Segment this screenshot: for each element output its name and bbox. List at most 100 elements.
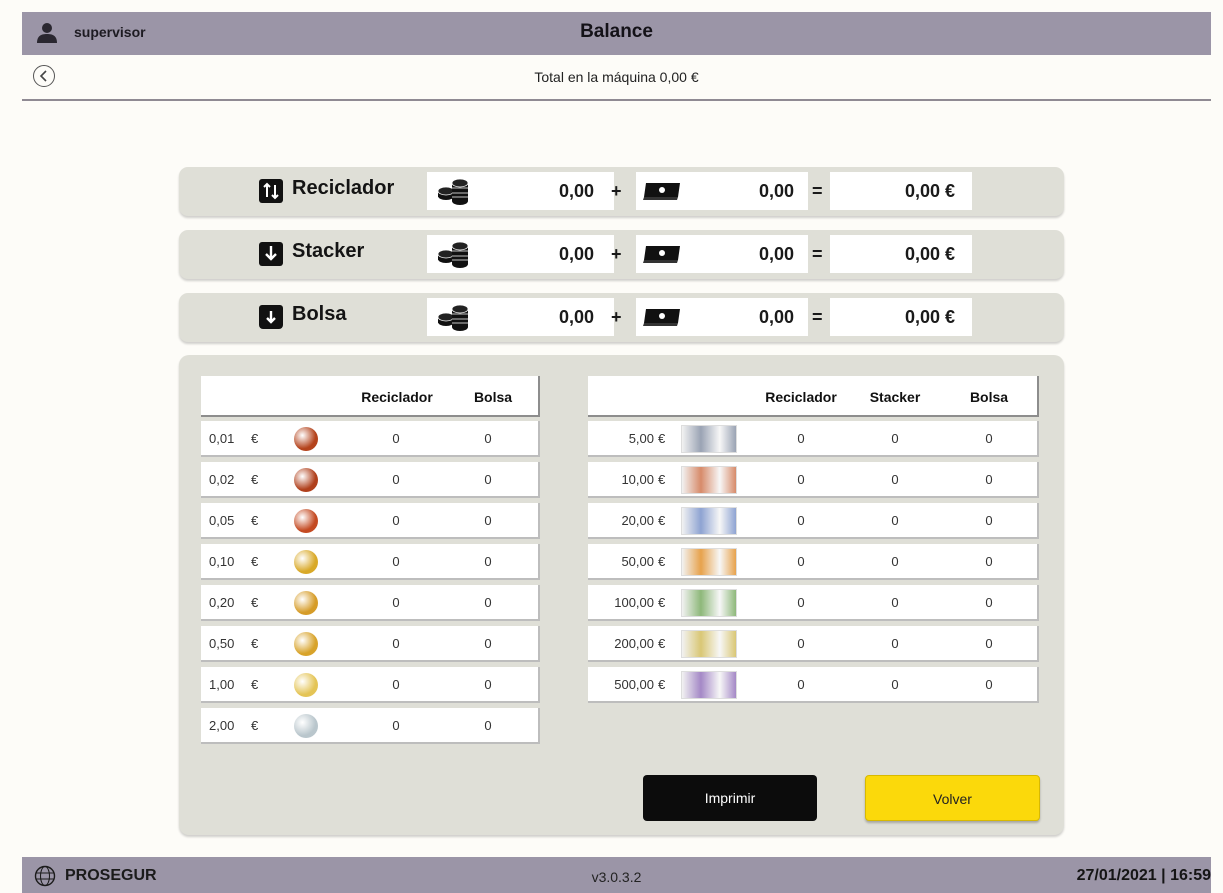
reciclador-count: 0	[392, 431, 400, 446]
coin-icon	[294, 427, 318, 451]
denomination-value: 0,05	[209, 513, 235, 528]
summary-name: Reciclador	[292, 177, 395, 199]
denomination-value: 100,00	[614, 595, 654, 610]
plus-sign: +	[611, 307, 622, 327]
coin-icon	[294, 509, 318, 533]
notes-value: 0,00	[759, 181, 795, 201]
banknote-row: 100,00 €0 0 0	[588, 585, 1039, 621]
coins-value: 0,00	[559, 307, 595, 327]
bolsa-count: 0	[484, 636, 492, 651]
equals-sign: =	[812, 181, 823, 201]
total-value: 0,00 €	[905, 307, 956, 327]
top-bar: supervisor Balance	[22, 12, 1211, 55]
coin-icon	[294, 632, 318, 656]
coin-icon	[294, 714, 318, 738]
reciclador-count: 0	[392, 595, 400, 610]
currency-symbol: €	[658, 677, 666, 692]
coin-row: 0,50 €0 0	[201, 626, 540, 662]
denomination-value: 0,01	[209, 431, 235, 446]
denomination-value: 0,50	[209, 636, 235, 651]
denomination-value: 5,00	[628, 431, 654, 446]
denomination-value: 50,00	[621, 554, 654, 569]
stacker-icon	[259, 242, 283, 266]
bolsa-count: 0	[484, 431, 492, 446]
banknote-icon	[643, 183, 680, 200]
denomination-value: 2,00	[209, 718, 235, 733]
date-time: 27/01/2021 | 16:59	[1076, 867, 1211, 884]
currency-symbol: €	[251, 554, 259, 569]
currency-symbol: €	[251, 718, 259, 733]
column-header: Reciclador	[765, 389, 837, 405]
denomination-value: 20,00	[621, 513, 654, 528]
recycler-icon	[259, 179, 283, 203]
denomination-value: 10,00	[621, 472, 654, 487]
bolsa-count: 0	[484, 472, 492, 487]
coins-table-header: Reciclador Bolsa	[201, 376, 540, 417]
banknote-row: 20,00 €0 0 0	[588, 503, 1039, 539]
denomination-panel: Reciclador Bolsa Reciclador Stacker Bols…	[179, 355, 1064, 835]
notes-table-header: Reciclador Stacker Bolsa	[588, 376, 1039, 417]
denomination-value: 500,00	[614, 677, 654, 692]
reciclador-count: 0	[797, 472, 805, 487]
summary-row-reciclador: Reciclador 0,00 + 0,00 = 0,00 €	[179, 167, 1064, 216]
stacker-count: 0	[891, 431, 899, 446]
coin-row: 0,10 €0 0	[201, 544, 540, 580]
banknote-row: 5,00 €0 0 0	[588, 421, 1039, 457]
footer-bar: PROSEGUR v3.0.3.2 27/01/2021 | 16:59	[22, 857, 1211, 893]
banknote-image-icon	[681, 466, 737, 494]
banknote-image-icon	[681, 507, 737, 535]
bolsa-count: 0	[985, 431, 993, 446]
coin-icon	[294, 468, 318, 492]
bolsa-count: 0	[985, 677, 993, 692]
equals-sign: =	[812, 244, 823, 264]
reciclador-count: 0	[797, 431, 805, 446]
coins-value: 0,00	[559, 244, 595, 264]
coins-value: 0,00	[559, 181, 595, 201]
reciclador-count: 0	[392, 472, 400, 487]
app-version: v3.0.3.2	[591, 869, 642, 885]
notes-value: 0,00	[759, 307, 795, 327]
currency-symbol: €	[658, 636, 666, 651]
coin-row: 1,00 €0 0	[201, 667, 540, 703]
column-header: Reciclador	[361, 389, 433, 405]
plus-sign: +	[611, 244, 622, 264]
bolsa-count: 0	[985, 595, 993, 610]
denomination-value: 0,02	[209, 472, 235, 487]
print-button[interactable]: Imprimir	[643, 775, 817, 821]
banknote-row: 10,00 €0 0 0	[588, 462, 1039, 498]
stacker-count: 0	[891, 472, 899, 487]
banknote-image-icon	[681, 589, 737, 617]
coin-row: 0,20 €0 0	[201, 585, 540, 621]
column-header: Bolsa	[969, 389, 1009, 405]
stacker-count: 0	[891, 513, 899, 528]
coin-row: 0,05 €0 0	[201, 503, 540, 539]
bolsa-count: 0	[985, 472, 993, 487]
column-header: Bolsa	[473, 389, 513, 405]
denomination-value: 0,20	[209, 595, 235, 610]
column-header: Stacker	[869, 389, 921, 405]
notes-value: 0,00	[759, 244, 795, 264]
currency-symbol: €	[658, 472, 666, 487]
currency-symbol: €	[658, 554, 666, 569]
currency-symbol: €	[658, 431, 666, 446]
currency-symbol: €	[251, 431, 259, 446]
bag-icon	[259, 305, 283, 329]
summary-row-stacker: Stacker 0,00 + 0,00 = 0,00 €	[179, 230, 1064, 279]
reciclador-count: 0	[392, 636, 400, 651]
reciclador-count: 0	[392, 513, 400, 528]
stacker-count: 0	[891, 636, 899, 651]
coin-icon	[294, 673, 318, 697]
reciclador-count: 0	[392, 554, 400, 569]
stacker-count: 0	[891, 677, 899, 692]
reciclador-count: 0	[797, 513, 805, 528]
banknote-image-icon	[681, 671, 737, 699]
stacker-count: 0	[891, 554, 899, 569]
currency-symbol: €	[251, 677, 259, 692]
stacker-count: 0	[891, 595, 899, 610]
denomination-value: 1,00	[209, 677, 235, 692]
back-button[interactable]: Volver	[865, 775, 1040, 821]
bolsa-count: 0	[484, 554, 492, 569]
coin-row: 0,01 €0 0	[201, 421, 540, 457]
banknote-icon	[643, 246, 680, 263]
page-title: Balance	[580, 21, 653, 42]
